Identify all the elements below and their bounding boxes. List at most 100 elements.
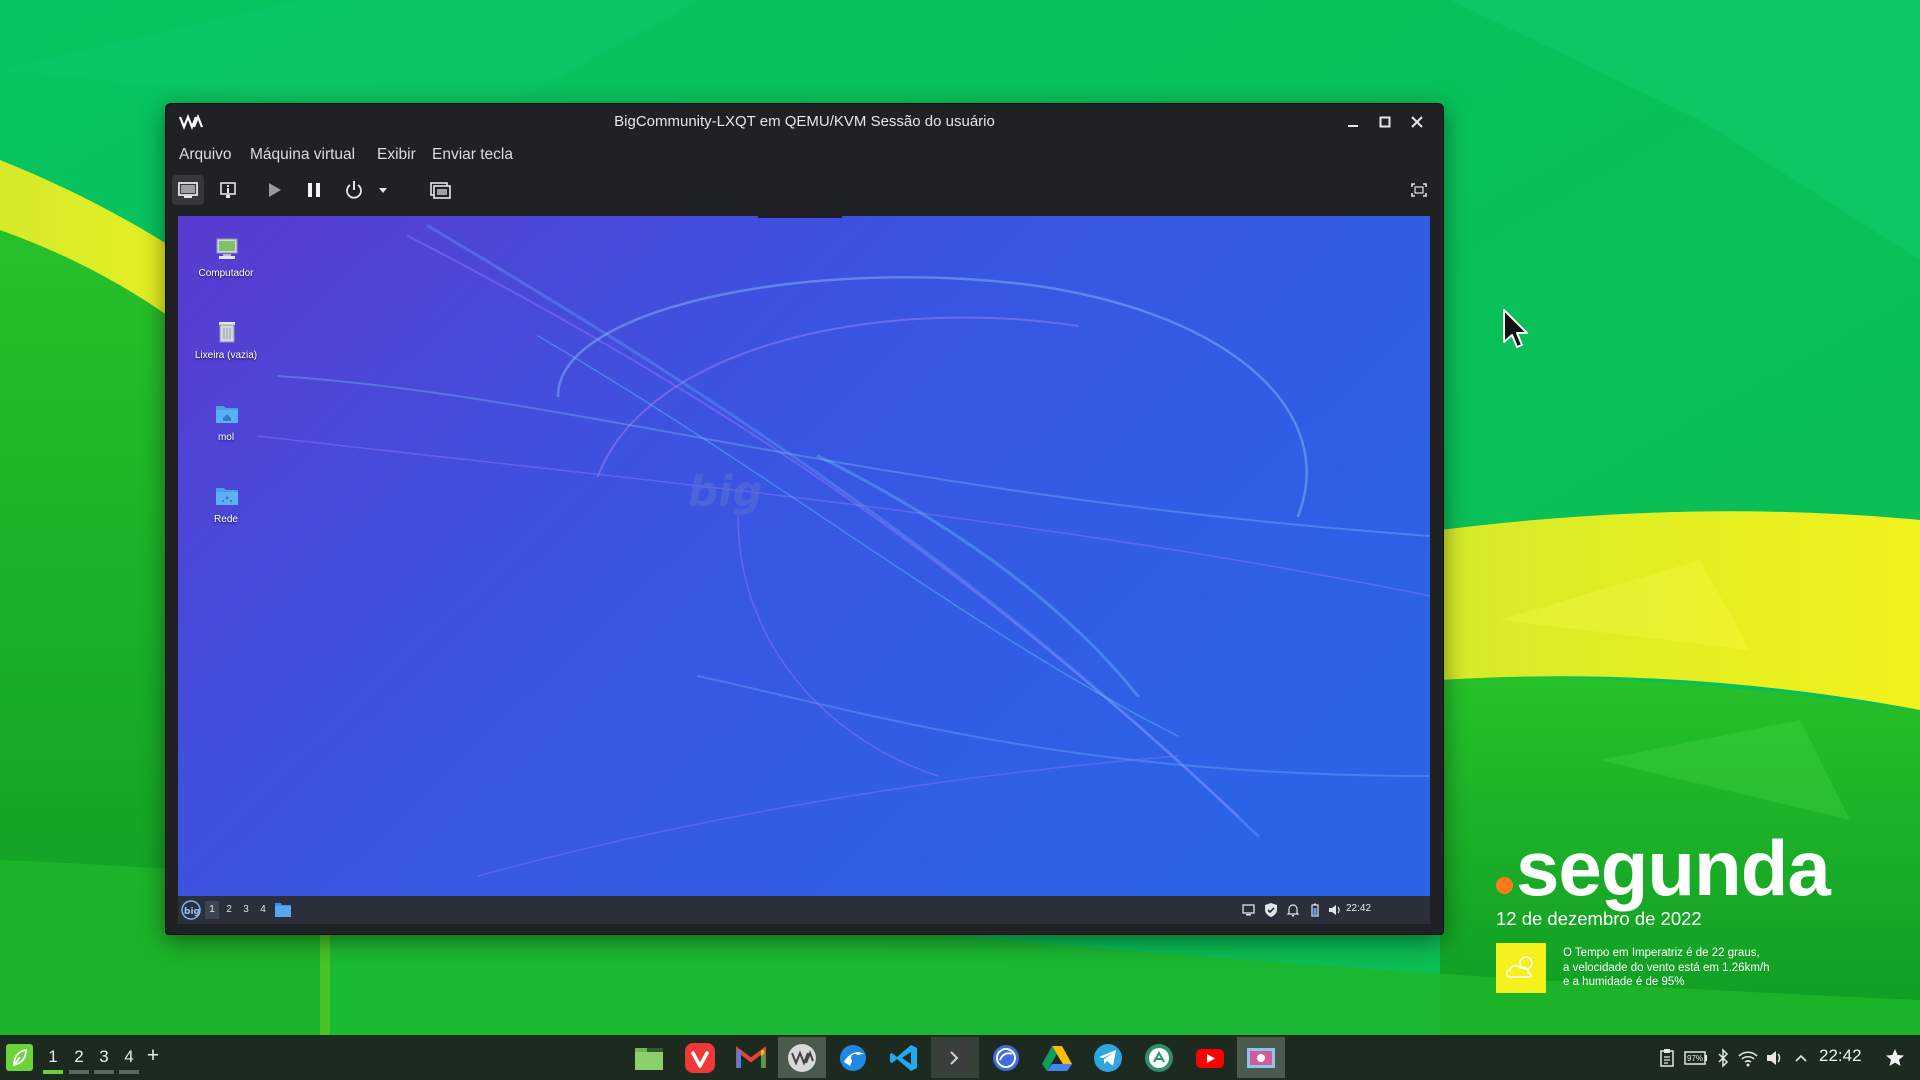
youtube-icon bbox=[1196, 1049, 1224, 1068]
menu-arquivo[interactable]: Arquivo bbox=[179, 145, 232, 165]
add-workspace-button[interactable]: + bbox=[143, 1044, 163, 1068]
close-icon[interactable] bbox=[1406, 112, 1428, 132]
fullscreen-button[interactable] bbox=[1403, 175, 1435, 205]
workspace-4[interactable]: 4 bbox=[118, 1045, 140, 1069]
pause-button[interactable] bbox=[298, 175, 330, 205]
guest-display[interactable]: big Computador Lixeira (vazia) mol Rede … bbox=[178, 216, 1430, 924]
snapshots-icon bbox=[430, 182, 451, 199]
workspace-2[interactable]: 2 bbox=[68, 1045, 90, 1069]
title-bar[interactable]: BigCommunity-LXQT em QEMU/KVM Sessão do … bbox=[166, 104, 1443, 140]
workspace-1[interactable]: 1 bbox=[42, 1045, 64, 1069]
guest-start-menu-icon[interactable]: big bbox=[180, 899, 202, 921]
info-icon bbox=[220, 182, 236, 198]
svg-text:big: big bbox=[184, 907, 200, 917]
battery-icon[interactable] bbox=[1307, 902, 1323, 918]
volume-icon[interactable] bbox=[1327, 902, 1343, 918]
workspace-3-indicator bbox=[94, 1070, 114, 1074]
widget-weather-text: O Tempo em Imperatriz é de 22 graus, a v… bbox=[1563, 946, 1863, 990]
vivaldi-icon bbox=[685, 1043, 715, 1073]
guest-workspace-1[interactable]: 1 bbox=[205, 901, 219, 919]
system-icon bbox=[1145, 1044, 1173, 1072]
workspace-3[interactable]: 3 bbox=[93, 1045, 115, 1069]
window-title: BigCommunity-LXQT em QEMU/KVM Sessão do … bbox=[614, 113, 995, 130]
dock-terminal[interactable] bbox=[931, 1037, 979, 1078]
svg-text:big: big bbox=[688, 467, 763, 516]
taskbar-clock[interactable]: 22:42 bbox=[1819, 1046, 1862, 1066]
guest-clock[interactable]: 22:42 bbox=[1346, 903, 1371, 914]
battery-indicator[interactable]: 97% bbox=[1683, 1047, 1709, 1069]
guest-workspace-4[interactable]: 4 bbox=[256, 901, 270, 919]
telegram-icon bbox=[1094, 1044, 1122, 1072]
desktop-icon-computador[interactable]: Computador bbox=[190, 226, 262, 296]
desktop-icon-label: mol bbox=[217, 432, 235, 443]
dock-screenshot[interactable] bbox=[1237, 1037, 1285, 1078]
virt-manager-icon bbox=[788, 1044, 816, 1072]
guest-file-manager-icon[interactable] bbox=[274, 901, 292, 918]
display-icon[interactable] bbox=[1241, 902, 1257, 918]
dock-virt-manager[interactable] bbox=[778, 1037, 826, 1078]
desktop-icon-label: Rede bbox=[214, 514, 238, 525]
screenshot-icon bbox=[1247, 1048, 1275, 1068]
details-view-button[interactable] bbox=[212, 175, 244, 205]
mouse-cursor-icon bbox=[1503, 309, 1528, 348]
wifi-icon[interactable] bbox=[1737, 1047, 1759, 1069]
dock-gmail[interactable] bbox=[727, 1037, 775, 1078]
dock-system[interactable] bbox=[1135, 1037, 1183, 1078]
file-manager-icon bbox=[635, 1048, 663, 1070]
dock-vscode[interactable] bbox=[880, 1037, 928, 1078]
play-icon bbox=[269, 183, 281, 197]
trash-icon bbox=[219, 322, 235, 343]
dock-telegram[interactable] bbox=[1084, 1037, 1132, 1078]
bluetooth-icon[interactable] bbox=[1712, 1047, 1734, 1069]
leaf-icon bbox=[13, 1048, 27, 1067]
terminal-icon bbox=[940, 1044, 970, 1072]
desktop-icon-label: Lixeira (vazia) bbox=[194, 350, 258, 361]
vm-window: BigCommunity-LXQT em QEMU/KVM Sessão do … bbox=[165, 103, 1444, 935]
pause-icon bbox=[308, 183, 320, 197]
google-drive-icon bbox=[1042, 1046, 1072, 1071]
chevron-down-icon bbox=[379, 188, 387, 193]
run-button[interactable] bbox=[258, 175, 290, 205]
dock-google-drive[interactable] bbox=[1033, 1037, 1081, 1078]
snapshots-button[interactable] bbox=[424, 175, 456, 205]
maximize-icon[interactable] bbox=[1374, 112, 1396, 132]
star-icon[interactable] bbox=[1884, 1047, 1906, 1069]
computer-icon bbox=[216, 238, 238, 259]
widget-date: 12 de dezembro de 2022 bbox=[1496, 908, 1702, 929]
guest-workspace-2[interactable]: 2 bbox=[222, 901, 236, 919]
weather-icon bbox=[1496, 943, 1546, 993]
chevron-up-icon[interactable] bbox=[1790, 1047, 1812, 1069]
shutdown-menu-button[interactable] bbox=[372, 175, 394, 205]
guest-workspace-3[interactable]: 3 bbox=[239, 901, 253, 919]
menu-exibir[interactable]: Exibir bbox=[377, 145, 416, 165]
volume-icon[interactable] bbox=[1764, 1047, 1786, 1069]
desktop-icon-rede[interactable]: Rede bbox=[190, 472, 262, 542]
desktop-icon-mol[interactable]: mol bbox=[190, 390, 262, 460]
dock-browser[interactable] bbox=[829, 1037, 877, 1078]
shield-icon[interactable] bbox=[1263, 902, 1279, 918]
weather-line: O Tempo em Imperatriz é de 22 graus, bbox=[1563, 947, 1760, 959]
clipboard-icon[interactable] bbox=[1656, 1047, 1678, 1069]
power-icon bbox=[346, 181, 362, 199]
start-menu-button[interactable] bbox=[6, 1044, 33, 1071]
dock-youtube[interactable] bbox=[1186, 1037, 1234, 1078]
console-view-button[interactable] bbox=[172, 175, 204, 205]
guest-panel: big 1 2 3 4 22:42 bbox=[178, 896, 1430, 924]
minimize-icon[interactable] bbox=[1342, 112, 1364, 132]
dock-compass[interactable] bbox=[982, 1037, 1030, 1078]
shutdown-button[interactable] bbox=[338, 175, 370, 205]
dock-file-manager[interactable] bbox=[625, 1037, 673, 1078]
host-taskbar: 1 2 3 4 + 97% 22:42 bbox=[0, 1035, 1920, 1080]
date-weather-widget: segunda 12 de dezembro de 2022 O Tempo e… bbox=[1490, 820, 1890, 1000]
bell-icon[interactable] bbox=[1285, 902, 1301, 918]
fullscreen-icon bbox=[1411, 183, 1427, 197]
workspace-1-indicator bbox=[43, 1070, 63, 1074]
dock-vivaldi[interactable] bbox=[676, 1037, 724, 1078]
vscode-icon bbox=[890, 1045, 917, 1071]
weather-line: e a humidade é de 95% bbox=[1563, 976, 1685, 988]
menu-maquina-virtual[interactable]: Máquina virtual bbox=[250, 145, 355, 165]
menu-enviar-tecla[interactable]: Enviar tecla bbox=[432, 145, 513, 165]
guest-wallpaper: big bbox=[178, 216, 1430, 924]
desktop-icon-lixeira[interactable]: Lixeira (vazia) bbox=[190, 308, 262, 378]
cloud-sun-icon bbox=[1505, 956, 1533, 978]
